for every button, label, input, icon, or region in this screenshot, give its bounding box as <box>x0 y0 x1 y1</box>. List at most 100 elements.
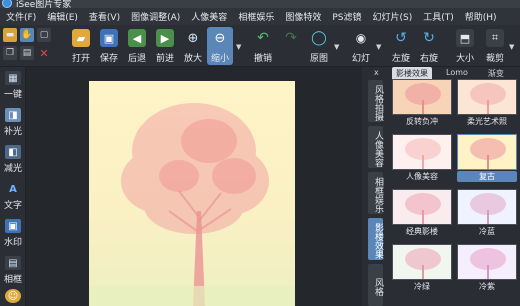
slideshow-button[interactable]: ◉ 幻灯 <box>348 27 374 65</box>
slideshow-dropdown-arrow[interactable]: ▼ <box>376 43 381 51</box>
resize-icon: ⬒ <box>456 29 474 47</box>
fill-light-button[interactable]: ◨ 补光 <box>2 108 24 137</box>
menu-edit[interactable]: 编辑(E) <box>47 10 78 23</box>
preset-thumbnail <box>457 134 517 170</box>
paste-icon[interactable]: ▤ <box>20 46 34 60</box>
zoom-dropdown-arrow[interactable]: ▼ <box>236 43 241 51</box>
reduce-light-button[interactable]: ◧ 减光 <box>2 145 24 174</box>
copy-icon[interactable]: ❐ <box>3 46 17 60</box>
toolbar: ▬ ✋ ▢ ❐ ▤ ✕ ▰ 打开 ▣ 保存 ◀ 后退 ▶ 前进 ⊕ 放大 ⊖ 缩… <box>0 25 520 67</box>
save-button[interactable]: ▣ 保存 <box>96 27 122 65</box>
reduce-light-icon: ◧ <box>5 145 21 159</box>
delete-icon[interactable]: ✕ <box>37 46 51 60</box>
frame-icon: ▤ <box>5 256 21 270</box>
photo-preview <box>89 81 295 306</box>
fill-light-icon: ◨ <box>5 108 21 122</box>
menu-help[interactable]: 帮助(H) <box>465 10 497 23</box>
image-canvas[interactable] <box>26 67 362 306</box>
original-button[interactable]: ◯ 原图 <box>306 27 332 65</box>
vtab-studio-effects[interactable]: 影楼效果 <box>368 218 383 260</box>
preset-thumbnail <box>392 244 452 280</box>
rotate-left-button[interactable]: ↺ 左旋 <box>388 27 414 65</box>
tree-image <box>89 103 295 306</box>
menu-file[interactable]: 文件(F) <box>6 10 36 23</box>
preset-cold-green[interactable]: 冷绿 <box>392 244 452 292</box>
effects-panel: x 风格拍摄 人像美容 相框娱乐 影楼效果 风格 影楼效果 Lomo 渐变 反转… <box>362 67 520 306</box>
preset-thumbnail <box>392 189 452 225</box>
preset-cold-purple[interactable]: 冷紫 <box>457 244 517 292</box>
preset-cold-blue[interactable]: 冷蓝 <box>457 189 517 237</box>
vtab-style[interactable]: 风格 <box>368 264 383 306</box>
original-dropdown-arrow[interactable]: ▼ <box>334 43 339 51</box>
menu-ps-filters[interactable]: PS滤镜 <box>332 10 361 23</box>
title-bar: iSee图片专家 <box>0 0 520 10</box>
forward-button[interactable]: ▶ 前进 <box>152 27 178 65</box>
menu-image-effects[interactable]: 图像特效 <box>285 10 321 23</box>
preset-thumbnail <box>457 79 517 115</box>
folder-open-icon: ▰ <box>72 29 90 47</box>
preset-thumbnail <box>457 244 517 280</box>
frame-button[interactable]: ▤ 相框 <box>2 256 24 285</box>
tab-lomo[interactable]: Lomo <box>442 67 472 79</box>
forward-icon: ▶ <box>156 29 174 47</box>
folder-small-icon[interactable]: ▬ <box>3 28 17 42</box>
left-toolbar: ▦ 一键 ◨ 补光 ◧ 减光 A 文字 ▣ 水印 ▤ 相框 ☺ <box>0 67 26 306</box>
back-button[interactable]: ◀ 后退 <box>124 27 150 65</box>
text-button[interactable]: A 文字 <box>2 182 24 212</box>
undo-button[interactable]: ↶ 撤销 <box>250 27 276 65</box>
original-icon: ◯ <box>311 30 327 46</box>
one-click-icon: ▦ <box>5 71 21 85</box>
preset-portrait[interactable]: 人像美容 <box>392 134 452 182</box>
tab-studio-effects[interactable]: 影楼效果 <box>392 67 432 79</box>
vtab-style-shoot[interactable]: 风格拍摄 <box>368 80 383 122</box>
quick-tools: ▬ ✋ ▢ ❐ ▤ ✕ <box>3 28 63 66</box>
crop-button[interactable]: ⌗ 裁剪 <box>482 27 508 65</box>
rotate-right-button[interactable]: ↻ 右旋 <box>416 27 442 65</box>
preset-classic-studio[interactable]: 经典影楼 <box>392 189 452 237</box>
more-tools-button[interactable]: ☺ <box>2 289 24 303</box>
effect-tabs: 影楼效果 Lomo 渐变 <box>392 67 518 79</box>
menu-tools[interactable]: 工具(T) <box>423 10 454 23</box>
watermark-icon: ▣ <box>5 219 21 233</box>
back-icon: ◀ <box>128 29 146 47</box>
text-icon: A <box>9 183 17 195</box>
preset-thumbnail <box>457 189 517 225</box>
zoom-out-icon: ⊖ <box>214 30 226 46</box>
crop-icon: ⌗ <box>486 29 504 47</box>
menu-view[interactable]: 查看(V) <box>89 10 120 23</box>
redo-button[interactable]: ↷ <box>278 27 304 65</box>
vtab-frame-fun[interactable]: 相框娱乐 <box>368 172 383 214</box>
undo-icon: ↶ <box>257 30 269 46</box>
preset-reverse-film[interactable]: 反转负冲 <box>392 79 452 127</box>
zoom-in-icon: ⊕ <box>187 30 199 46</box>
tab-gradient[interactable]: 渐变 <box>484 67 508 79</box>
watermark-button[interactable]: ▣ 水印 <box>2 219 24 248</box>
preset-vintage[interactable]: 复古 <box>457 134 517 182</box>
menu-slideshow[interactable]: 幻灯片(S) <box>372 10 412 23</box>
slideshow-icon: ◉ <box>355 31 367 45</box>
menu-image-adjust[interactable]: 图像调整(A) <box>131 10 180 23</box>
preset-soft-art[interactable]: 柔光艺术照 <box>457 79 517 127</box>
rotate-right-icon: ↻ <box>423 30 435 46</box>
hand-tool-icon[interactable]: ✋ <box>20 28 34 42</box>
menu-portrait-beauty[interactable]: 人像美容 <box>191 10 227 23</box>
zoom-in-button[interactable]: ⊕ 放大 <box>180 27 206 65</box>
save-icon: ▣ <box>100 29 118 47</box>
preset-grid: 反转负冲 柔光艺术照 人像美容 复古 经典影楼 冷蓝 冷绿 冷紫 <box>392 79 520 306</box>
preset-thumbnail <box>392 79 452 115</box>
rotate-left-icon: ↺ <box>395 30 407 46</box>
zoom-out-button[interactable]: ⊖ 缩小 <box>207 27 233 65</box>
vtab-portrait[interactable]: 人像美容 <box>368 126 383 168</box>
open-button[interactable]: ▰ 打开 <box>68 27 94 65</box>
size-button[interactable]: ⬒ 大小 <box>452 27 478 65</box>
menu-bar: 文件(F) 编辑(E) 查看(V) 图像调整(A) 人像美容 相框娱乐 图像特效… <box>0 8 520 25</box>
one-click-button[interactable]: ▦ 一键 <box>2 71 24 100</box>
close-icon[interactable]: x <box>374 68 379 77</box>
app-logo-icon <box>2 0 12 8</box>
crop-dropdown-arrow[interactable]: ▼ <box>509 43 514 51</box>
smile-icon: ☺ <box>5 289 21 303</box>
redo-icon: ↷ <box>285 30 297 46</box>
menu-frame-fun[interactable]: 相框娱乐 <box>238 10 274 23</box>
preset-thumbnail <box>392 134 452 170</box>
select-tool-icon[interactable]: ▢ <box>37 28 51 42</box>
